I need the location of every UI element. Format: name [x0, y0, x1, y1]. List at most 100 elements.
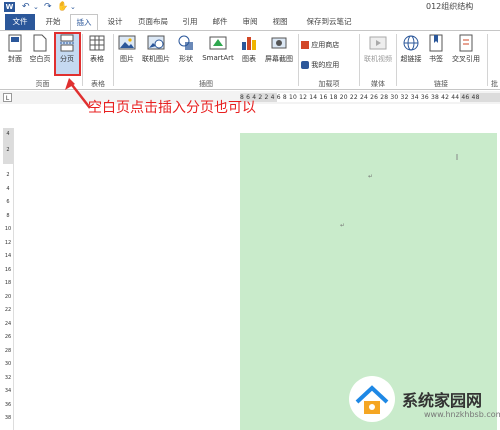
watermark-logo: [349, 376, 395, 422]
customize-qat-icon[interactable]: ⌄: [70, 1, 76, 13]
vertical-ruler-number: 16: [4, 266, 12, 273]
cover-page-icon: [8, 34, 22, 52]
group-links-label: 链接: [434, 80, 448, 88]
vertical-ruler-number: 10: [4, 226, 12, 232]
vertical-ruler-number: 8: [6, 212, 10, 219]
vertical-ruler-number: 20: [4, 293, 12, 300]
shapes-icon: [178, 35, 193, 50]
tab-design[interactable]: 设计: [101, 14, 129, 30]
store-label: 应用商店: [311, 41, 340, 49]
picture-icon: [118, 35, 136, 50]
vertical-ruler-number: 4: [6, 131, 10, 137]
redo-icon[interactable]: ↷: [44, 1, 52, 13]
margin-corner-mark: [270, 154, 276, 160]
group-divider: [298, 34, 299, 86]
bookmark-icon: [429, 34, 443, 52]
vertical-ruler-number: 12: [4, 239, 12, 246]
vertical-ruler-number: 4: [6, 185, 10, 192]
table-icon: [89, 35, 105, 51]
highlight-box: [54, 32, 81, 76]
group-media-label: 媒体: [371, 80, 385, 88]
group-comments-label: 批: [491, 80, 498, 88]
blank-page-button[interactable]: 空白页: [28, 34, 52, 64]
tab-review[interactable]: 审阅: [237, 14, 263, 30]
vertical-ruler-number: 6: [6, 199, 10, 205]
cross-reference-button[interactable]: 交叉引用: [448, 34, 484, 64]
smartart-label: SmartArt: [202, 54, 234, 62]
margin-corner-mark: [456, 154, 458, 160]
touch-mode-icon[interactable]: ✋: [57, 1, 68, 13]
my-apps-button[interactable]: 我的应用: [301, 60, 357, 70]
online-picture-button[interactable]: 联机图片: [139, 34, 173, 64]
vertical-ruler-number: 22: [4, 307, 12, 313]
hyperlink-button[interactable]: 超链接: [398, 34, 424, 64]
vertical-ruler-number: 38: [4, 415, 12, 421]
tab-selector[interactable]: L: [3, 93, 12, 102]
cover-page-button[interactable]: 封面: [3, 34, 27, 64]
table-label: 表格: [90, 55, 104, 63]
hyperlink-icon: [403, 35, 419, 51]
tab-cloud-notes[interactable]: 保存到云笔记: [300, 14, 358, 30]
tab-file[interactable]: 文件: [5, 14, 35, 30]
tab-insert[interactable]: 插入: [70, 14, 98, 30]
vertical-ruler-number: 30: [4, 361, 12, 367]
shapes-button[interactable]: 形状: [174, 34, 198, 64]
vertical-ruler-number: 32: [4, 374, 12, 381]
group-divider: [359, 34, 360, 86]
tab-home[interactable]: 开始: [40, 14, 66, 30]
house-icon: [355, 385, 389, 414]
tab-references[interactable]: 引用: [177, 14, 203, 30]
vertical-ruler-number: 14: [4, 253, 12, 259]
smartart-icon: [209, 36, 227, 50]
hyperlink-label: 超链接: [400, 55, 422, 63]
screenshot-label: 屏幕截图: [265, 55, 293, 63]
my-apps-label: 我的应用: [311, 61, 340, 69]
vertical-ruler-number: 28: [4, 347, 12, 354]
shapes-label: 形状: [179, 55, 193, 63]
word-logo-icon: W: [4, 2, 15, 12]
watermark-url: www.hnzkhbsb.com: [424, 410, 500, 419]
screenshot-button[interactable]: 屏幕截图: [261, 34, 297, 64]
bookmark-button[interactable]: 书签: [425, 34, 447, 64]
store-icon: [301, 41, 309, 49]
group-illustrations-label: 插图: [199, 80, 213, 88]
picture-label: 图片: [120, 55, 134, 63]
paragraph-mark: ↵: [368, 173, 374, 180]
cover-page-label: 封面: [8, 55, 22, 63]
vertical-ruler-number: 18: [4, 280, 12, 286]
undo-dropdown-icon[interactable]: ⌄: [33, 1, 39, 13]
vertical-ruler-number: 34: [4, 388, 12, 394]
tab-view[interactable]: 视图: [267, 14, 293, 30]
store-button[interactable]: 应用商店: [301, 40, 357, 50]
group-divider: [396, 34, 397, 86]
chart-label: 图表: [242, 55, 256, 63]
blank-page-icon: [33, 34, 47, 52]
vertical-ruler-number: 24: [4, 320, 12, 327]
bookmark-label: 书签: [429, 55, 443, 63]
online-picture-label: 联机图片: [142, 55, 170, 63]
my-apps-icon: [301, 61, 309, 69]
online-picture-icon: [147, 35, 165, 50]
tab-mailings[interactable]: 邮件: [207, 14, 233, 30]
online-video-button[interactable]: 联机视频: [362, 34, 394, 64]
vertical-ruler-number: 2: [6, 172, 10, 178]
annotation-text: 空白页点击插入分页也可以: [88, 100, 256, 116]
group-addins-label: 加载项: [318, 80, 340, 88]
online-video-icon: [369, 36, 387, 50]
vertical-ruler-number: 36: [4, 401, 12, 408]
paragraph-mark: ↵: [340, 222, 346, 229]
tab-layout[interactable]: 页面布局: [133, 14, 173, 30]
watermark-text: 系统家园网: [402, 391, 483, 410]
blank-page-label: 空白页: [29, 55, 51, 63]
online-video-label: 联机视频: [364, 55, 392, 63]
undo-icon[interactable]: ↶: [22, 1, 30, 13]
chart-icon: [242, 37, 256, 50]
group-divider: [113, 34, 114, 86]
cross-reference-icon: [459, 34, 473, 52]
picture-button[interactable]: 图片: [116, 34, 138, 64]
ruler-numbers: 8 6 4 2 2 4 6 8 10 12 14 16 18 20 22 24 …: [240, 94, 480, 101]
table-button[interactable]: 表格: [85, 34, 109, 64]
vertical-ruler-number: 2: [6, 147, 10, 153]
chart-button[interactable]: 图表: [238, 34, 260, 64]
smartart-button[interactable]: SmartArt: [199, 34, 237, 62]
